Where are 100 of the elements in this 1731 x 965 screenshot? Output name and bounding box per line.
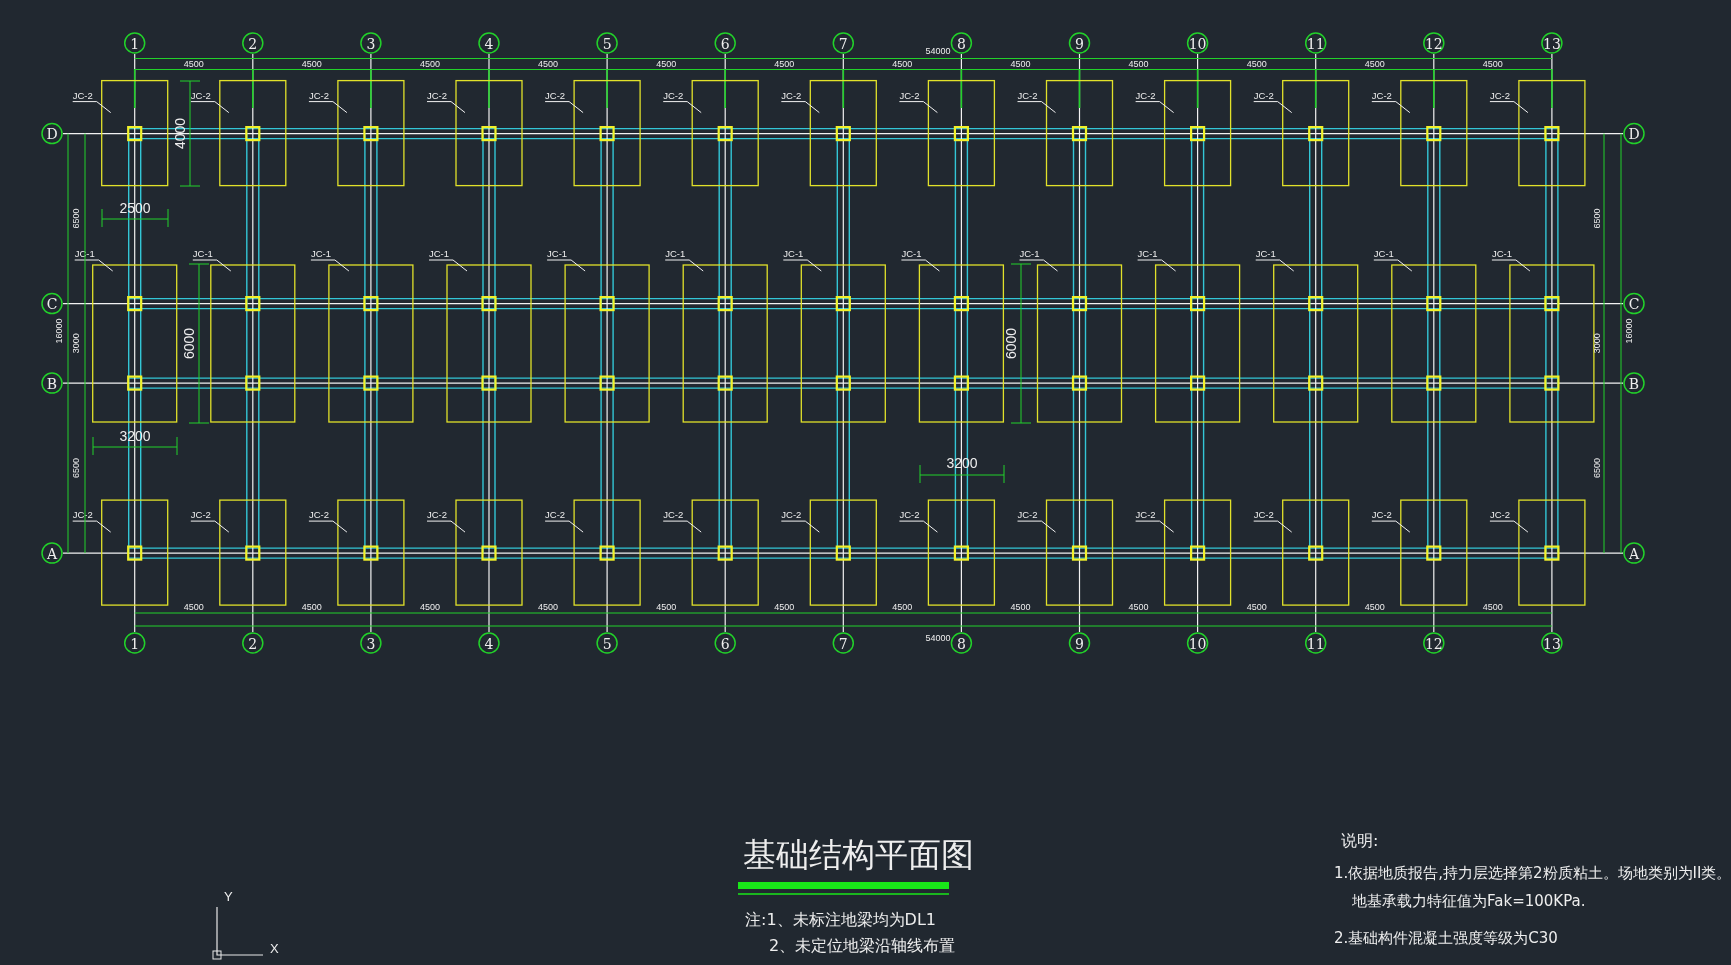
column-marker xyxy=(1190,296,1206,312)
column-marker xyxy=(1426,126,1442,142)
footing-label: JC-2 xyxy=(781,509,802,521)
leader-line xyxy=(780,520,820,533)
footing-label: JC-2 xyxy=(545,509,566,521)
column-marker xyxy=(127,545,143,561)
column-marker xyxy=(1308,375,1324,391)
leader-line xyxy=(72,101,112,114)
dimension-text: 4500 xyxy=(892,59,913,69)
column-marker xyxy=(1544,375,1560,391)
dimension-text: 4500 xyxy=(1128,59,1149,69)
column-marker xyxy=(127,296,143,312)
axis-marker: A xyxy=(41,542,63,564)
axis-marker: C xyxy=(1623,292,1645,315)
footing-label: JC-1 xyxy=(1255,248,1276,259)
note-text: 注:1、未标注地梁均为DL1 xyxy=(745,910,936,929)
leader-line xyxy=(898,520,938,533)
column-marker xyxy=(1308,545,1324,561)
leader-line xyxy=(1019,259,1058,272)
dimension-text: 4500 xyxy=(183,602,204,612)
dimension-text: 6000 xyxy=(1003,327,1019,360)
footing-label: JC-2 xyxy=(427,89,448,101)
axis-marker: 11 xyxy=(1304,32,1327,54)
leader-line xyxy=(544,520,584,533)
column-marker xyxy=(1071,296,1088,312)
footing-label: JC-2 xyxy=(190,509,211,521)
footing-label: JC-2 xyxy=(308,89,329,101)
column-marker xyxy=(127,375,143,391)
dimension-text: 3000 xyxy=(1592,333,1602,354)
footing-label: JC-2 xyxy=(1371,89,1392,101)
column-marker xyxy=(835,126,851,142)
dimension-text: 4500 xyxy=(419,59,440,69)
column-marker xyxy=(1426,545,1442,561)
footing-label: JC-1 xyxy=(1019,248,1040,259)
axis-marker: B xyxy=(41,372,63,394)
column-marker xyxy=(599,296,615,312)
axis-marker: 9 xyxy=(1068,32,1091,54)
axis-marker: B xyxy=(1623,372,1645,394)
leader-line xyxy=(780,101,820,114)
column-marker xyxy=(1071,126,1088,142)
column-marker xyxy=(363,296,379,312)
ucs-axes-icon xyxy=(212,906,264,960)
leader-line xyxy=(308,520,348,533)
leader-line xyxy=(1253,101,1293,114)
column-marker xyxy=(363,545,379,561)
axis-marker: 12 xyxy=(1423,632,1445,654)
leader-line xyxy=(74,259,114,272)
dimension-text: 4500 xyxy=(1246,59,1267,69)
axis-marker: 13 xyxy=(1541,32,1563,54)
axis-marker: 1 xyxy=(123,632,146,654)
footing-label: JC-1 xyxy=(74,248,95,259)
column-marker xyxy=(1308,126,1324,142)
leader-line xyxy=(546,259,586,272)
spec-text: 地基承载力特征值为Fak=100KPa. xyxy=(1352,892,1586,910)
leader-line xyxy=(310,259,350,272)
dimension-text: 6000 xyxy=(181,327,197,360)
axis-marker: 9 xyxy=(1068,632,1091,654)
footing-label: JC-2 xyxy=(1489,89,1510,101)
note-text: 2、未定位地梁沿轴线布置 xyxy=(769,936,956,955)
leader-line xyxy=(1253,520,1293,533)
column-marker xyxy=(717,296,733,312)
dimension-text: 4500 xyxy=(774,59,795,69)
leader-line xyxy=(426,520,466,533)
axis-marker: 8 xyxy=(950,32,973,54)
dimension-text: 6500 xyxy=(71,458,81,479)
column-marker xyxy=(1544,545,1560,561)
axis-marker: 7 xyxy=(832,632,855,654)
spec-text: 2.基础构件混凝土强度等级为C30 xyxy=(1334,929,1558,947)
column-marker xyxy=(953,375,969,391)
column-marker xyxy=(835,545,851,561)
axis-marker: 5 xyxy=(596,632,618,654)
leader-line xyxy=(72,520,112,533)
axis-marker: 2 xyxy=(242,32,264,54)
dimension-text: 4500 xyxy=(656,59,677,69)
dimension-text: 4500 xyxy=(1482,59,1503,69)
leader-line xyxy=(190,101,230,114)
axis-marker: D xyxy=(1623,122,1645,145)
leader-line xyxy=(190,520,230,533)
leader-line xyxy=(898,101,938,114)
column-marker xyxy=(1544,296,1560,312)
footing-label: JC-2 xyxy=(72,89,93,101)
column-marker xyxy=(245,126,261,142)
axis-marker: D xyxy=(41,122,63,145)
leader-line xyxy=(1491,259,1531,272)
axis-marker: 8 xyxy=(950,632,973,654)
axis-marker: A xyxy=(1623,542,1645,564)
dimension-text: 4500 xyxy=(656,602,677,612)
dimension-text: 4500 xyxy=(1482,602,1503,612)
dimension-text: 4500 xyxy=(1128,602,1149,612)
leader-line xyxy=(544,101,584,114)
axis-label: Y xyxy=(224,889,233,904)
axis-marker: 12 xyxy=(1423,32,1445,54)
column-marker xyxy=(953,126,969,142)
dimension-text: 4500 xyxy=(1364,59,1385,69)
footing-label: JC-1 xyxy=(1137,248,1158,259)
axis-marker: 2 xyxy=(242,632,264,654)
dimension-text: 6500 xyxy=(1592,208,1602,229)
axis-marker: 4 xyxy=(478,632,500,654)
column-marker xyxy=(1071,375,1088,391)
column-marker xyxy=(481,375,497,391)
